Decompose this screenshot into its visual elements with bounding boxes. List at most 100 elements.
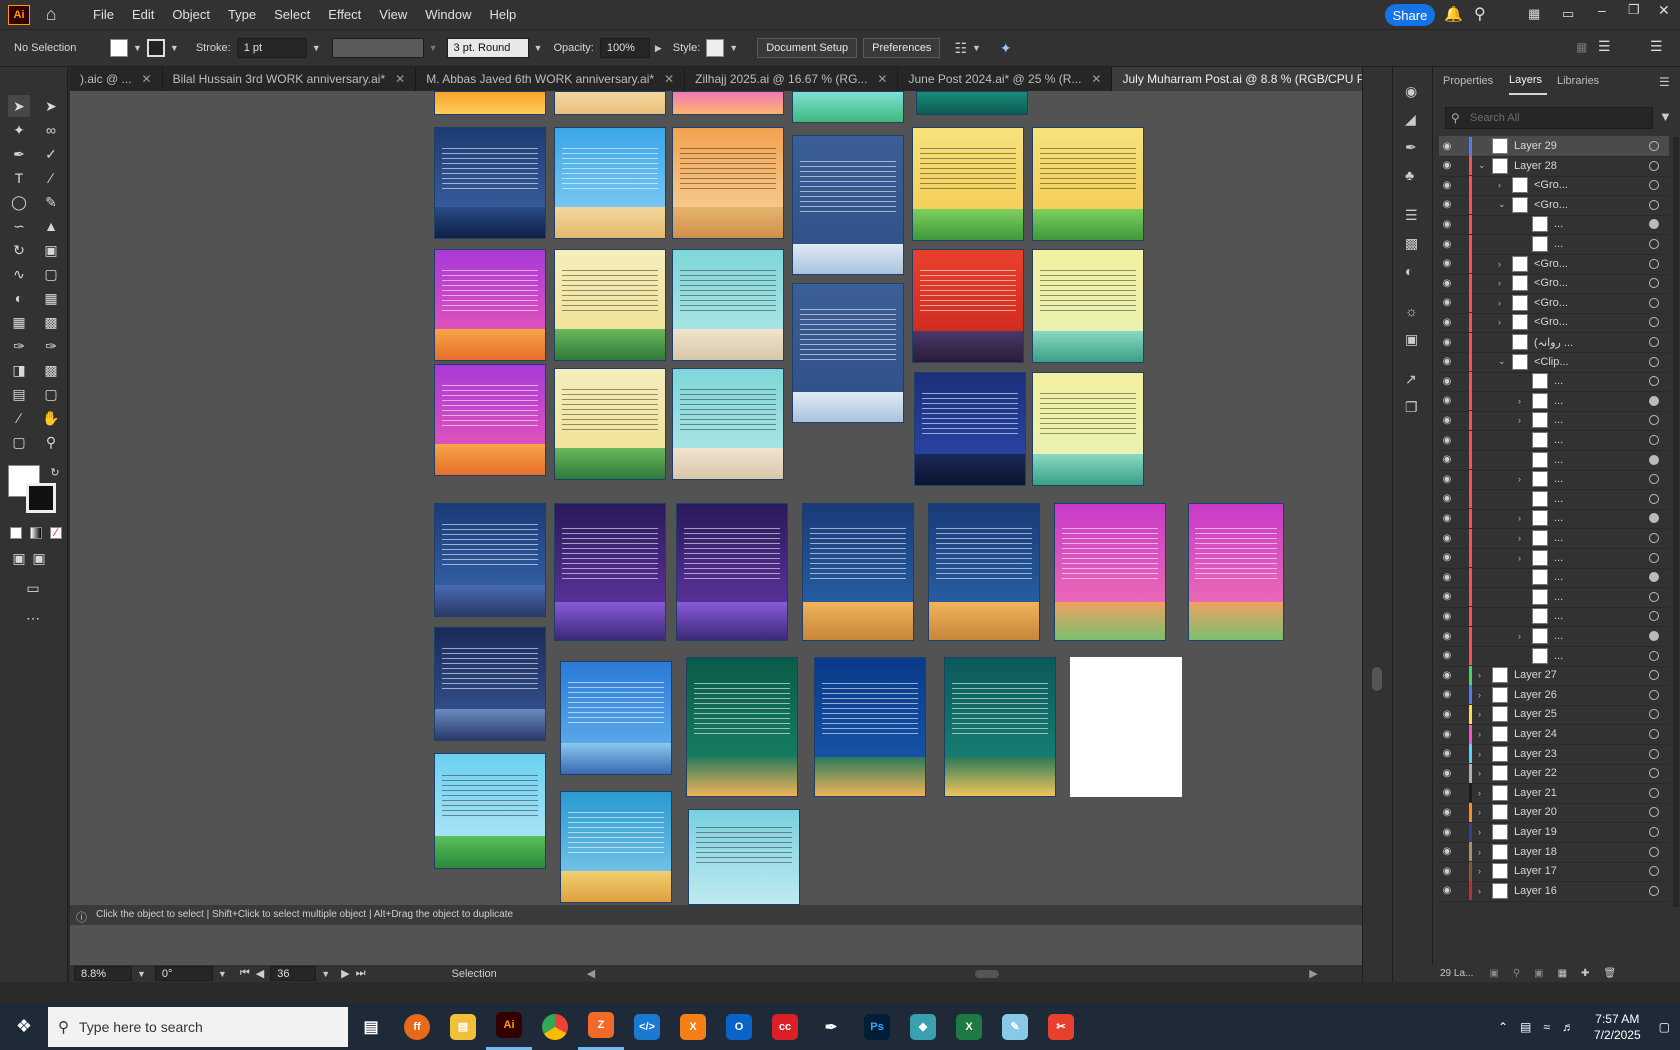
artboard[interactable] <box>914 372 1026 486</box>
target-circle-icon[interactable] <box>1649 591 1659 602</box>
chevron-right-icon[interactable]: › <box>1498 298 1508 308</box>
layer-name[interactable]: ... <box>1554 473 1649 485</box>
artboard[interactable] <box>944 657 1056 797</box>
artboard[interactable] <box>672 249 784 361</box>
chevron-down-icon[interactable]: ▼ <box>133 43 142 53</box>
zoom-tool-icon[interactable]: ⚲ <box>40 431 62 453</box>
shape-builder-icon[interactable]: ◐ <box>8 287 30 309</box>
minimize-icon[interactable]: – <box>1598 2 1606 18</box>
gradient-tool-icon[interactable]: ▩ <box>40 311 62 333</box>
visibility-eye-icon[interactable]: ◉ <box>1439 768 1455 779</box>
new-sublayer-icon[interactable]: ▦ <box>1558 968 1567 979</box>
target-circle-icon[interactable] <box>1649 552 1659 563</box>
chevron-down-icon[interactable]: ▼ <box>170 43 179 53</box>
layer-row[interactable]: ◉ › Layer 25 <box>1439 704 1669 726</box>
measure-icon[interactable]: ✑ <box>40 335 62 357</box>
creative-cloud-icon[interactable]: cc <box>762 1003 808 1050</box>
artboard[interactable] <box>814 657 926 797</box>
scroll-left-icon[interactable]: ◀ <box>587 967 595 980</box>
recolor-icon[interactable]: ✦ <box>1000 40 1012 57</box>
chevron-down-icon[interactable]: ⌄ <box>1498 356 1508 367</box>
artboard[interactable] <box>434 91 546 115</box>
libraries-icon[interactable]: ◉ <box>1405 83 1417 100</box>
artboard[interactable] <box>672 91 784 115</box>
layer-row[interactable]: ◉ › <Gro... <box>1439 254 1669 275</box>
paintbrush-icon[interactable]: ✎ <box>40 191 62 213</box>
visibility-eye-icon[interactable]: ◉ <box>1439 180 1455 191</box>
menu-edit[interactable]: Edit <box>123 7 163 22</box>
layer-row[interactable]: ◉ › Layer 19 <box>1439 822 1669 843</box>
visibility-eye-icon[interactable]: ◉ <box>1439 160 1455 171</box>
zoom-level-input[interactable]: 8.8% <box>74 966 132 981</box>
chevron-right-icon[interactable]: › <box>1498 317 1508 327</box>
selection-tool-icon[interactable]: ➤ <box>8 95 30 117</box>
target-circle-icon[interactable] <box>1649 611 1659 622</box>
warp-tool-icon[interactable]: ∿ <box>8 263 30 285</box>
target-circle-icon[interactable] <box>1649 356 1659 367</box>
excel-icon[interactable]: X <box>946 1003 992 1050</box>
artboard[interactable] <box>792 283 904 423</box>
tab-layers[interactable]: Layers <box>1509 67 1547 95</box>
artboard[interactable] <box>554 127 666 239</box>
visibility-eye-icon[interactable]: ◉ <box>1439 670 1455 681</box>
graphic-styles-icon[interactable]: ▣ <box>1405 331 1418 348</box>
layer-row[interactable]: ◉ (روانہ ... <box>1439 332 1669 353</box>
chevron-right-icon[interactable]: › <box>1518 553 1528 563</box>
target-circle-icon[interactable] <box>1649 533 1659 543</box>
visibility-eye-icon[interactable]: ◉ <box>1439 787 1455 798</box>
target-circle-icon[interactable] <box>1649 827 1659 837</box>
visibility-eye-icon[interactable]: ◉ <box>1439 415 1455 426</box>
restore-icon[interactable]: ❐ <box>1628 2 1640 18</box>
visibility-eye-icon[interactable]: ◉ <box>1439 748 1455 759</box>
locate-object-icon[interactable]: ⚲ <box>1513 968 1520 979</box>
stroke-swatch[interactable] <box>146 39 165 57</box>
artboard-canvas[interactable] <box>70 91 1362 965</box>
target-circle-icon[interactable] <box>1649 258 1659 269</box>
artboard[interactable] <box>672 127 784 239</box>
tab-document[interactable]: Bilal Hussain 3rd WORK anniversary.ai* ✕ <box>163 67 417 91</box>
artboard[interactable] <box>554 91 666 115</box>
scroll-right-icon[interactable]: ▶ <box>1309 967 1317 980</box>
layer-name[interactable]: <Gro... <box>1534 258 1649 270</box>
stroke-color-swatch[interactable] <box>26 483 56 513</box>
outlook-icon[interactable]: O <box>716 1003 762 1050</box>
swap-colors-icon[interactable]: ↻ <box>44 461 66 483</box>
visibility-eye-icon[interactable]: ◉ <box>1439 337 1455 348</box>
snipping-tool-icon[interactable]: ✂ <box>1038 1003 1084 1050</box>
layer-name[interactable]: Layer 22 <box>1514 767 1649 779</box>
color-mode-icon[interactable] <box>10 527 22 539</box>
target-circle-icon[interactable] <box>1649 317 1659 328</box>
visibility-eye-icon[interactable]: ◉ <box>1439 493 1455 504</box>
layer-row[interactable]: ◉ › Layer 24 <box>1439 724 1669 745</box>
layer-row[interactable]: ◉ › Layer 26 <box>1439 685 1669 706</box>
more-tools-icon[interactable]: ⋯ <box>22 607 44 629</box>
chevron-right-icon[interactable]: ▶ <box>655 43 662 54</box>
firefox-icon[interactable]: ff <box>394 1003 440 1050</box>
layer-name[interactable]: ... <box>1554 630 1649 642</box>
layer-name[interactable]: Layer 29 <box>1514 140 1649 152</box>
artboard[interactable] <box>802 503 914 641</box>
artboard[interactable] <box>792 91 904 123</box>
ellipse-tool-icon[interactable]: ◯ <box>8 191 30 213</box>
layer-row[interactable]: ◉ › Layer 16 <box>1439 881 1669 902</box>
layer-row[interactable]: ◉ Layer 29 <box>1439 136 1669 157</box>
column-graph-icon[interactable]: ▤ <box>8 383 30 405</box>
layer-name[interactable]: ... <box>1554 434 1649 446</box>
chevron-down-icon[interactable]: ▼ <box>218 969 227 979</box>
chevron-right-icon[interactable]: › <box>1518 474 1528 484</box>
illustrator-logo-icon[interactable]: Ai <box>8 4 30 25</box>
chevron-right-icon[interactable]: › <box>1518 513 1528 523</box>
home-icon[interactable]: ⌂ <box>38 4 64 26</box>
chevron-right-icon[interactable]: › <box>1478 690 1488 700</box>
layer-name[interactable]: ... <box>1554 395 1649 407</box>
layer-row[interactable]: ◉... <box>1439 606 1669 628</box>
menu-type[interactable]: Type <box>219 7 265 22</box>
layer-name[interactable]: <Gro... <box>1534 179 1649 191</box>
last-artboard-icon[interactable]: ⏭ <box>356 967 366 980</box>
target-circle-icon[interactable] <box>1649 670 1659 681</box>
zoom-app-icon[interactable]: Z <box>578 1003 624 1050</box>
visibility-eye-icon[interactable]: ◉ <box>1439 631 1455 642</box>
layer-name[interactable]: Layer 23 <box>1514 748 1649 760</box>
artboard[interactable] <box>434 249 546 361</box>
print-tiling-icon[interactable]: ▢ <box>8 431 30 453</box>
